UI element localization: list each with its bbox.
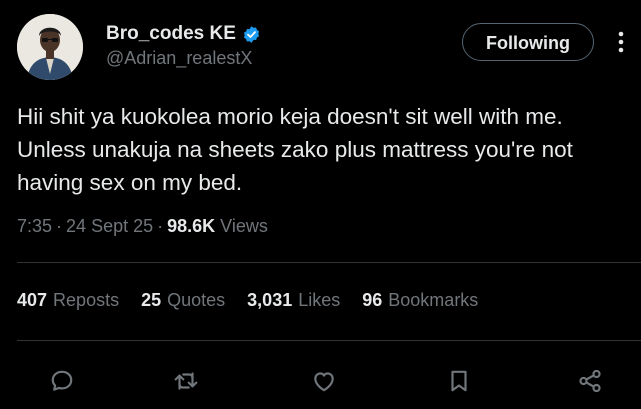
author-name-row: Bro_codes KE bbox=[106, 23, 261, 45]
meta-separator: · bbox=[56, 216, 63, 236]
action-bar bbox=[0, 362, 641, 398]
likes-label: Likes bbox=[298, 290, 341, 310]
views-count: 98.6K bbox=[167, 216, 216, 236]
author-display-name[interactable]: Bro_codes KE bbox=[106, 23, 236, 45]
bookmarks-stat[interactable]: 96 Bookmarks bbox=[362, 290, 478, 311]
reposts-label: Reposts bbox=[53, 290, 120, 310]
quotes-stat[interactable]: 25 Quotes bbox=[141, 290, 225, 311]
more-vertical-icon[interactable] bbox=[609, 30, 633, 54]
likes-stat[interactable]: 3,031 Likes bbox=[247, 290, 340, 311]
divider bbox=[17, 340, 641, 341]
engagement-stats: 407 Reposts 25 Quotes 3,031 Likes 96 Boo… bbox=[17, 290, 500, 311]
bookmarks-count: 96 bbox=[362, 290, 383, 310]
meta-separator: · bbox=[157, 216, 164, 236]
likes-count: 3,031 bbox=[247, 290, 293, 310]
repost-icon[interactable] bbox=[171, 366, 201, 396]
reposts-count: 407 bbox=[17, 290, 48, 310]
tweet-text: Hii shit ya kuokolea morio keja doesn't … bbox=[17, 104, 573, 195]
quotes-label: Quotes bbox=[167, 290, 226, 310]
tweet-time[interactable]: 7:35 bbox=[17, 216, 52, 237]
bookmarks-label: Bookmarks bbox=[388, 290, 479, 310]
tweet-meta: 7:35 · 24 Sept 25 · 98.6K Views bbox=[17, 216, 268, 237]
quotes-count: 25 bbox=[141, 290, 162, 310]
author-avatar[interactable] bbox=[17, 14, 83, 80]
bookmark-icon[interactable] bbox=[444, 366, 474, 396]
reposts-stat[interactable]: 407 Reposts bbox=[17, 290, 119, 311]
share-icon[interactable] bbox=[575, 366, 605, 396]
like-icon[interactable] bbox=[309, 366, 339, 396]
author-handle[interactable]: @Adrian_realestX bbox=[106, 48, 252, 69]
views-label: Views bbox=[220, 216, 268, 236]
following-button[interactable]: Following bbox=[462, 23, 594, 61]
tweet-date[interactable]: 24 Sept 25 bbox=[66, 216, 153, 237]
verified-badge-icon[interactable] bbox=[242, 25, 261, 44]
reply-icon[interactable] bbox=[47, 366, 77, 396]
divider bbox=[17, 262, 641, 263]
avatar-image bbox=[17, 14, 83, 80]
